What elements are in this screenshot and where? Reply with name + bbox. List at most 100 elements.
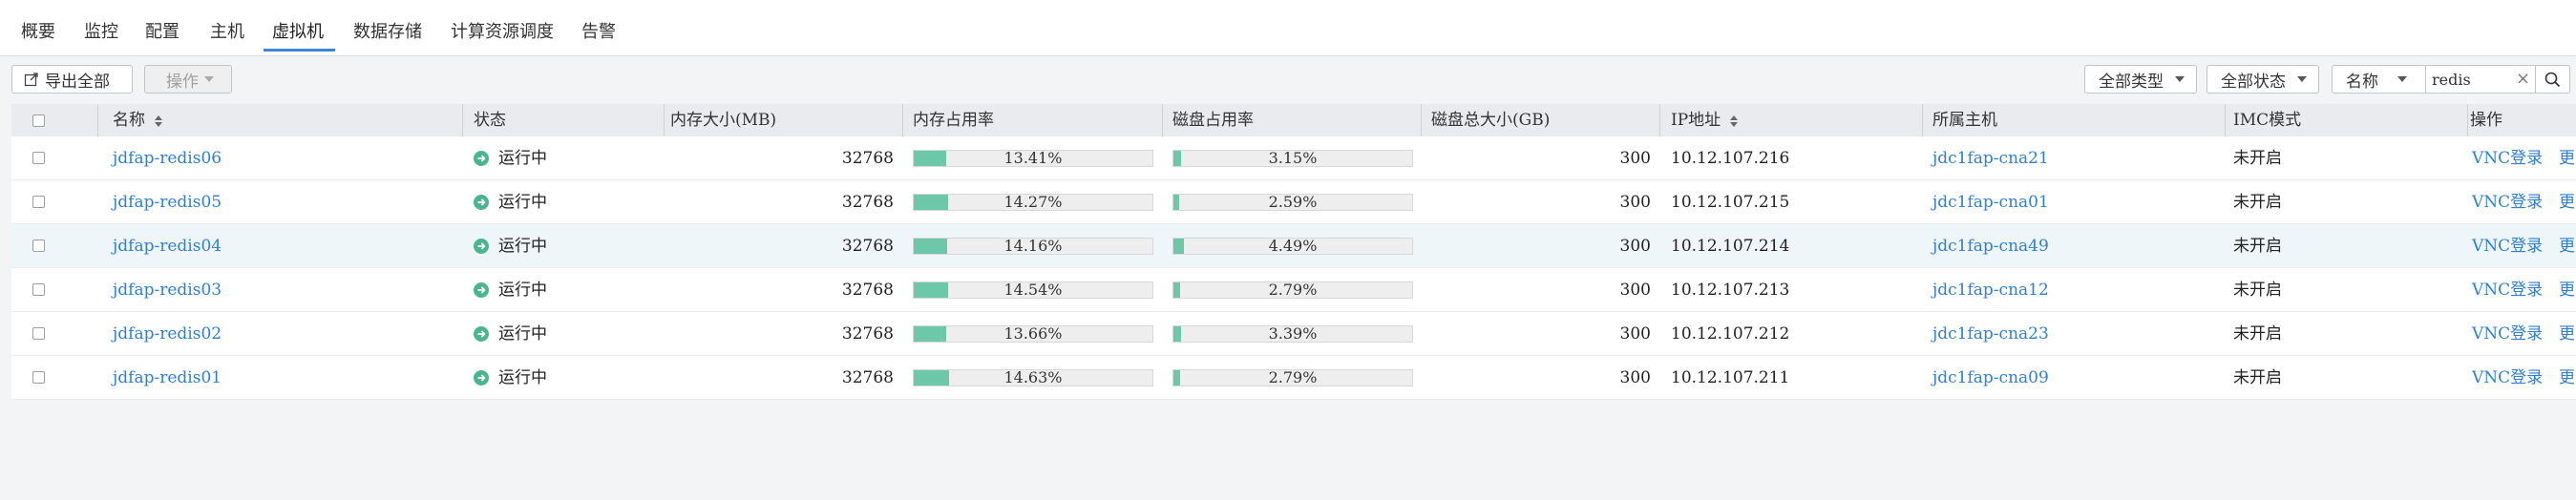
vnc-login-link[interactable]: VNC登录 (2472, 180, 2543, 224)
vnc-login-link[interactable]: VNC登录 (2472, 224, 2543, 268)
table-row[interactable]: jdfap-redis03 运行中 32768 14.54% 2.79% 300 10.12… (11, 268, 2576, 312)
tab-drs[interactable]: 计算资源调度 (451, 21, 554, 44)
chevron-down-icon (2175, 76, 2185, 82)
more-actions-link[interactable]: 更 (2559, 136, 2575, 180)
vnc-login-link[interactable]: VNC登录 (2472, 136, 2543, 180)
vm-status: 运行中 (498, 281, 547, 300)
vm-mem-size: 32768 (841, 149, 894, 168)
mem-usage-bar: 14.27% (913, 194, 1153, 211)
vm-disk-total: 300 (1619, 149, 1651, 168)
tab-monitor[interactable]: 监控 (84, 21, 118, 44)
table-row[interactable]: jdfap-redis02 运行中 32768 13.66% 3.39% 300 10.12… (11, 312, 2576, 356)
column-divider (2467, 104, 2468, 136)
row-checkbox[interactable] (32, 196, 45, 208)
column-divider (1922, 104, 1923, 136)
vnc-login-link[interactable]: VNC登录 (2472, 356, 2543, 400)
column-header-status: 状态 (474, 111, 506, 130)
more-actions-link[interactable]: 更 (2559, 180, 2575, 224)
vm-mem-size: 32768 (841, 281, 894, 300)
clear-icon[interactable]: × (2516, 69, 2530, 89)
vm-host-link[interactable]: jdc1fap-cna49 (1932, 224, 2049, 268)
column-header-host: 所属主机 (1932, 111, 1997, 130)
vm-name-link[interactable]: jdfap-redis05 (113, 180, 222, 224)
vnc-login-link[interactable]: VNC登录 (2472, 312, 2543, 356)
type-filter-select[interactable]: 全部类型 (2084, 65, 2197, 94)
chevron-down-icon (2397, 76, 2407, 82)
vm-host-link[interactable]: jdc1fap-cna23 (1932, 312, 2049, 356)
tab-hosts[interactable]: 主机 (210, 21, 244, 44)
column-header-mem-size: 内存大小(MB) (670, 111, 777, 130)
vm-disk-total: 300 (1619, 324, 1651, 344)
vm-ip: 10.12.107.215 (1671, 193, 1790, 212)
row-checkbox[interactable] (32, 240, 45, 252)
vm-host-link[interactable]: jdc1fap-cna01 (1932, 180, 2049, 224)
more-actions-link[interactable]: 更 (2559, 312, 2575, 356)
vm-name-link[interactable]: jdfap-redis03 (113, 268, 222, 312)
sort-icon[interactable] (1730, 115, 1739, 127)
table-row[interactable]: jdfap-redis06 运行中 32768 13.41% 3.15% 300 10.12… (11, 136, 2576, 180)
tab-vms[interactable]: 虚拟机 (272, 21, 324, 44)
search-field-select[interactable]: 名称 (2333, 66, 2426, 93)
disk-usage-bar: 3.39% (1172, 325, 1413, 343)
table-row[interactable]: jdfap-redis01 运行中 32768 14.63% 2.79% 300 10.12… (11, 356, 2576, 400)
vm-ip: 10.12.107.213 (1671, 281, 1790, 300)
column-header-ip-label: IP地址 (1671, 111, 1721, 130)
vm-imc-mode: 未开启 (2233, 237, 2282, 256)
operation-dropdown[interactable]: 操作 (144, 65, 232, 94)
vm-host-link[interactable]: jdc1fap-cna12 (1932, 268, 2049, 312)
vnc-login-link[interactable]: VNC登录 (2472, 268, 2543, 312)
sort-icon[interactable] (155, 115, 162, 127)
vm-name-link[interactable]: jdfap-redis02 (113, 312, 222, 356)
search-divider (2535, 66, 2536, 93)
select-all-checkbox[interactable] (32, 115, 45, 127)
table-row[interactable]: jdfap-redis04 运行中 32768 14.16% 4.49% 300 10.12… (11, 224, 2576, 268)
column-header-action: 操作 (2470, 111, 2502, 130)
tab-alarms[interactable]: 告警 (581, 21, 616, 44)
running-status-icon (474, 195, 489, 210)
tab-overview[interactable]: 概要 (21, 21, 55, 44)
search-icon[interactable] (2544, 72, 2561, 88)
disk-usage-bar: 2.79% (1172, 281, 1413, 299)
vm-status: 运行中 (498, 149, 547, 168)
column-header-ip[interactable]: IP地址 (1671, 104, 1739, 136)
search-input[interactable] (2430, 68, 2514, 91)
row-checkbox[interactable] (32, 152, 45, 164)
tab-datastore[interactable]: 数据存储 (353, 21, 422, 44)
tab-config[interactable]: 配置 (145, 21, 179, 44)
mem-usage-bar: 14.63% (913, 369, 1153, 386)
running-status-icon (474, 239, 489, 254)
row-checkbox[interactable] (32, 283, 45, 296)
column-header-name[interactable]: 名称 (113, 104, 162, 136)
column-divider (462, 104, 463, 136)
vm-host-link[interactable]: jdc1fap-cna09 (1932, 356, 2049, 400)
export-all-button[interactable]: 导出全部 (11, 65, 133, 94)
search-box: 名称 × (2332, 65, 2570, 94)
vm-name-link[interactable]: jdfap-redis01 (113, 356, 222, 400)
vm-imc-mode: 未开启 (2233, 149, 2282, 168)
column-divider (902, 104, 903, 136)
vm-imc-mode: 未开启 (2233, 193, 2282, 212)
status-filter-select[interactable]: 全部状态 (2206, 65, 2319, 94)
vm-imc-mode: 未开启 (2233, 368, 2282, 387)
mem-usage-text: 14.27% (1003, 193, 1063, 211)
disk-usage-text: 3.15% (1268, 149, 1318, 167)
disk-usage-bar: 2.59% (1172, 194, 1413, 211)
vm-mem-size: 32768 (841, 237, 894, 256)
vm-name-link[interactable]: jdfap-redis04 (113, 224, 222, 268)
vm-disk-total: 300 (1619, 237, 1651, 256)
chevron-down-icon (204, 76, 214, 82)
disk-usage-text: 2.59% (1268, 193, 1318, 211)
more-actions-link[interactable]: 更 (2559, 268, 2575, 312)
search-field-value: 名称 (2346, 72, 2378, 92)
vm-name-link[interactable]: jdfap-redis06 (113, 136, 222, 180)
mem-usage-bar: 13.66% (913, 325, 1153, 343)
mem-usage-text: 14.54% (1003, 281, 1063, 299)
more-actions-link[interactable]: 更 (2559, 356, 2575, 400)
row-checkbox[interactable] (32, 327, 45, 340)
vm-host-link[interactable]: jdc1fap-cna21 (1932, 136, 2049, 180)
table-row[interactable]: jdfap-redis05 运行中 32768 14.27% 2.59% 300 10.12… (11, 180, 2576, 224)
more-actions-link[interactable]: 更 (2559, 224, 2575, 268)
mem-usage-text: 13.66% (1003, 324, 1063, 343)
tab-bar: 概要 监控 配置 主机 虚拟机 数据存储 计算资源调度 告警 (0, 0, 2576, 56)
row-checkbox[interactable] (32, 371, 45, 384)
